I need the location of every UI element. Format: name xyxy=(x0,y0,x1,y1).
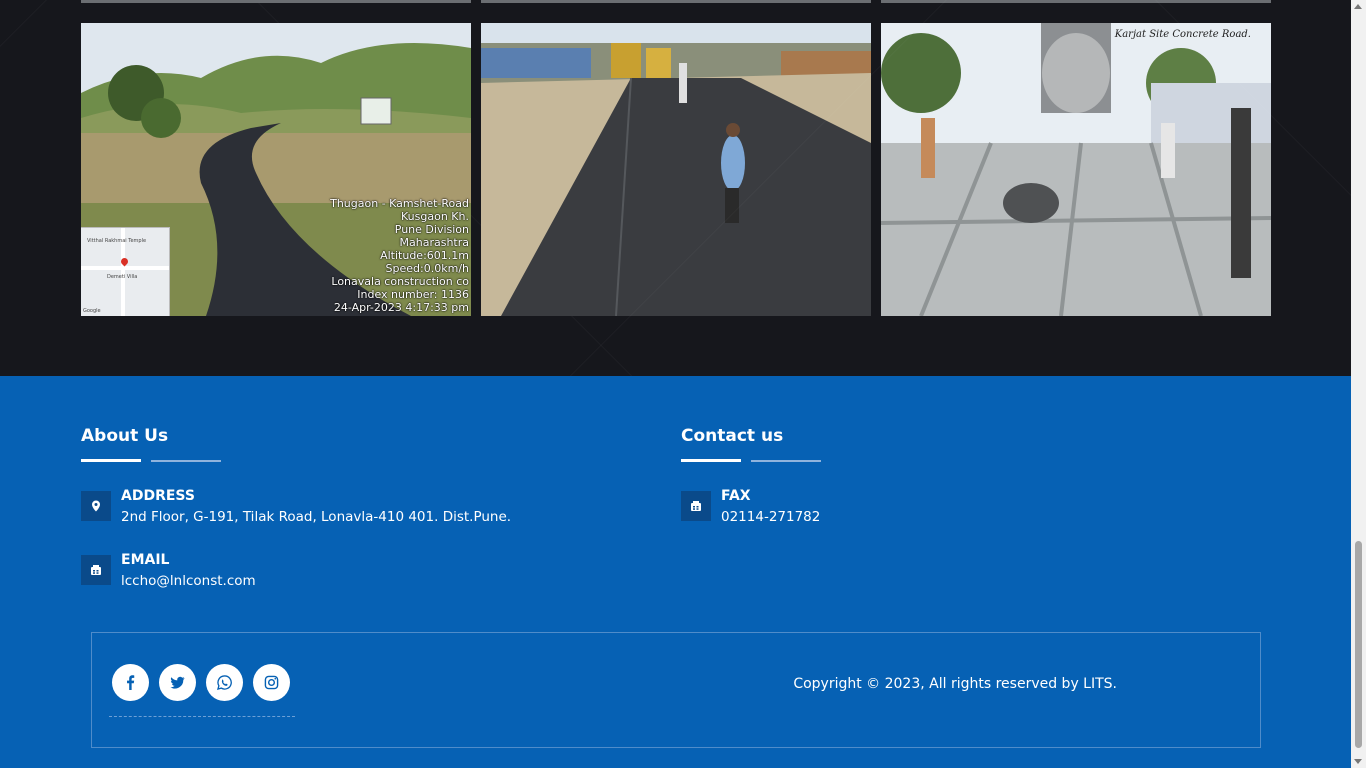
gallery-image-concrete-road[interactable]: Karjat Site Concrete Road. xyxy=(881,23,1271,316)
concrete-photo-illustration xyxy=(881,23,1271,316)
email-label: EMAIL xyxy=(121,552,170,568)
footer-contact-column: Contact us FAX 02114-271782 xyxy=(681,426,1241,525)
fax-label: FAX xyxy=(721,488,751,504)
fax-value: 02114-271782 xyxy=(721,509,821,525)
asphalt-photo-illustration xyxy=(481,23,871,316)
caption-line: Speed:0.0km/h xyxy=(385,262,469,275)
caption-line: Altitude:601.1m xyxy=(380,249,469,262)
footer-about-column: About Us ADDRESS 2nd Floor, G-191, Tilak… xyxy=(81,426,641,589)
caption-line: Thugaon - Kamshet-Road xyxy=(330,197,469,210)
gallery-image-previous-row-2[interactable] xyxy=(481,0,871,3)
map-label-villa: Demeti Villa xyxy=(107,274,138,280)
caption-line: 24-Apr-2023 4:17:33 pm xyxy=(333,301,469,314)
photo-overlay-title: Karjat Site Concrete Road. xyxy=(1114,29,1251,40)
whatsapp-link[interactable] xyxy=(206,664,243,701)
location-map-inset: Vitthal Rakhmai Temple Demeti Villa Goog… xyxy=(81,227,170,316)
gallery-image-previous-row-3[interactable] xyxy=(881,0,1271,3)
address-block: ADDRESS 2nd Floor, G-191, Tilak Road, Lo… xyxy=(81,487,511,529)
gallery-image-road-kamshet[interactable]: Vitthal Rakhmai Temple Demeti Villa Goog… xyxy=(81,23,471,316)
caption-line: Maharashtra xyxy=(399,236,470,249)
facebook-icon xyxy=(127,675,135,690)
twitter-icon xyxy=(170,676,185,689)
project-gallery: Vitthal Rakhmai Temple Demeti Villa Goog… xyxy=(0,0,1351,376)
underline-thin xyxy=(151,460,221,462)
map-road xyxy=(81,266,169,270)
fax-block: FAX 02114-271782 xyxy=(681,487,820,529)
caption-line: Index number: 1136 xyxy=(357,288,469,301)
whatsapp-icon xyxy=(217,675,232,690)
underline-thin xyxy=(751,460,821,462)
email-block: EMAIL lccho@lnlconst.com xyxy=(81,551,256,593)
scrollbar-thumb[interactable] xyxy=(1355,541,1362,748)
underline-thick xyxy=(81,459,141,462)
title-underline xyxy=(81,459,641,463)
map-marker-icon xyxy=(81,491,111,521)
vertical-scrollbar[interactable] xyxy=(1351,0,1366,768)
instagram-icon xyxy=(264,675,279,690)
gallery-image-asphalt-road[interactable] xyxy=(481,23,871,316)
gallery-image-previous-row-1[interactable] xyxy=(81,0,471,3)
about-title: About Us xyxy=(81,426,169,446)
caption-line: Lonavala construction co xyxy=(331,275,469,288)
copyright-text: Copyright © 2023, All rights reserved by… xyxy=(793,676,1117,692)
map-label-temple: Vitthal Rakhmai Temple xyxy=(87,238,147,244)
contact-title: Contact us xyxy=(681,426,784,446)
scroll-down-arrow-icon[interactable] xyxy=(1354,759,1362,764)
footer-bottom-bar: Copyright © 2023, All rights reserved by… xyxy=(91,632,1261,748)
email-link[interactable]: lccho@lnlconst.com xyxy=(121,569,256,593)
twitter-link[interactable] xyxy=(159,664,196,701)
underline-thick xyxy=(681,459,741,462)
caption-line: Pune Division xyxy=(394,223,469,236)
photo-geotag-caption: Thugaon - Kamshet-Road Kusgaon Kh. Pune … xyxy=(330,197,469,314)
title-underline xyxy=(681,459,1241,463)
social-divider xyxy=(109,716,295,717)
site-footer: About Us ADDRESS 2nd Floor, G-191, Tilak… xyxy=(0,376,1351,768)
fax-icon xyxy=(81,555,111,585)
map-google-logo: Google xyxy=(83,308,101,314)
address-label: ADDRESS xyxy=(121,488,195,504)
scroll-up-arrow-icon[interactable] xyxy=(1354,4,1362,9)
instagram-link[interactable] xyxy=(253,664,290,701)
fax-icon xyxy=(681,491,711,521)
facebook-link[interactable] xyxy=(112,664,149,701)
social-links xyxy=(112,664,290,701)
caption-line: Kusgaon Kh. xyxy=(401,210,469,223)
address-value: 2nd Floor, G-191, Tilak Road, Lonavla-41… xyxy=(121,509,512,525)
